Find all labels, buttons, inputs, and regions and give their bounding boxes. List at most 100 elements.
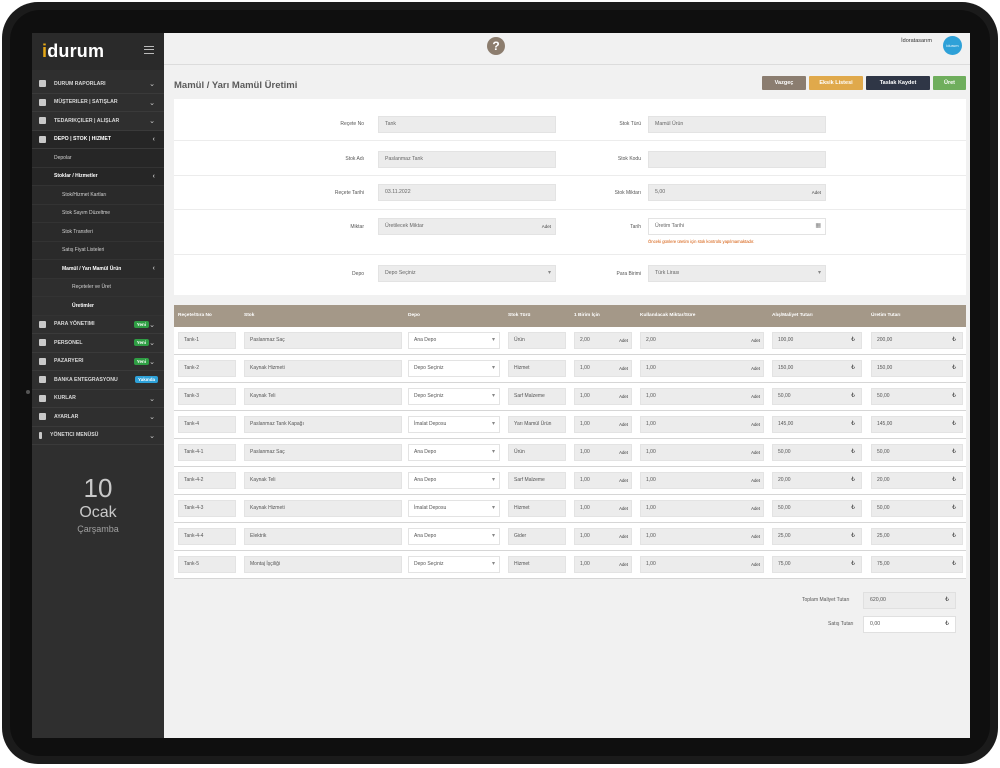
unit-amount-cell[interactable]: 1,00 Adet [574, 360, 632, 377]
calendar-icon[interactable]: ▦ [815, 219, 821, 234]
cost-cell[interactable]: 25,00 ₺ [772, 528, 862, 545]
usage-amount-cell[interactable]: 1,00 Adet [640, 416, 764, 433]
stock-cell[interactable]: Paslanmaz Saç [244, 332, 402, 349]
depot-select[interactable]: Depo Seçiniz ▾ [408, 388, 500, 405]
sidebar-item-banka[interactable]: Banka Entegrasyonu Yakında [32, 371, 164, 390]
usage-amount-cell[interactable]: 1,00 Adet [640, 388, 764, 405]
usage-amount-cell[interactable]: 1,00 Adet [640, 472, 764, 489]
chart-icon [39, 80, 46, 88]
cost-cell[interactable]: 50,00 ₺ [772, 444, 862, 461]
sidebar-item-musteriler[interactable]: Müşteriler | Satışlar ⌄ [32, 94, 164, 112]
stock-cell[interactable]: Kaynak Teli [244, 388, 402, 405]
sidebar-item-durum-raporlari[interactable]: Durum Raporları ⌄ [32, 75, 164, 94]
sidebar-item-pazaryeri[interactable]: Pazaryeri Yeni ⌄ [32, 353, 164, 371]
depot-value: Ana Depo [414, 337, 437, 343]
stock-name-field[interactable]: Paslanmaz Tank [378, 151, 556, 168]
sidebar-sub-depolar[interactable]: Depolar [32, 149, 164, 168]
unit-amount-cell[interactable]: 1,00 Adet [574, 388, 632, 405]
stock-qty-field[interactable]: 5,00 Adet [648, 184, 826, 201]
help-icon[interactable]: ? [487, 37, 505, 55]
unit-amount-value: 1,00 [580, 505, 590, 511]
chevron-down-icon: ⌄ [149, 340, 155, 347]
logo[interactable]: idurum [32, 33, 164, 70]
usage-amount-cell[interactable]: 1,00 Adet [640, 444, 764, 461]
depot-select[interactable]: Depo Seçiniz ▾ [408, 360, 500, 377]
sidebar-item-depo[interactable]: Depo | Stok | Hizmet ‹ [32, 130, 164, 149]
sidebar-sub-label: Depolar [54, 154, 72, 161]
unit-amount-cell[interactable]: 1,00 Adet [574, 444, 632, 461]
sidebar-sub-sayim[interactable]: Stok Sayım Düzeltme [32, 204, 164, 223]
depot-select[interactable]: Ana Depo ▾ [408, 528, 500, 545]
sidebar-item-para[interactable]: Para Yönetimi Yeni ⌄ [32, 316, 164, 334]
cost-cell[interactable]: 50,00 ₺ [772, 500, 862, 517]
cost-cell[interactable]: 50,00 ₺ [772, 388, 862, 405]
depot-select[interactable]: İmalat Deposu ▾ [408, 416, 500, 433]
recipe-date-field[interactable]: 03.11.2022 [378, 184, 556, 201]
sidebar-item-yonetici[interactable]: Yönetici Menüsü ⌄ [32, 427, 164, 445]
user-name[interactable]: İdoratasarım [901, 38, 932, 44]
currency-select[interactable]: Türk Lirası ▾ [648, 265, 826, 282]
unit-amount-cell[interactable]: 1,00 Adet [574, 528, 632, 545]
cost-value: 145,00 [778, 421, 794, 427]
stock-type-field[interactable]: Mamül Ürün [648, 116, 826, 133]
sidebar-sub-recete[interactable]: Reçeteler ve Üret [32, 278, 164, 297]
cost-cell[interactable]: 20,00 ₺ [772, 472, 862, 489]
cancel-button[interactable]: Vazgeç [762, 76, 806, 90]
stock-cell[interactable]: Montaj İşçiliği [244, 556, 402, 573]
stock-cell[interactable]: Kaynak Teli [244, 472, 402, 489]
quantity-input[interactable]: Üretilecek Miktar Adet [378, 218, 556, 235]
cost-cell[interactable]: 100,00 ₺ [772, 332, 862, 349]
save-draft-button[interactable]: Taslak Kaydet [866, 76, 930, 90]
unit-amount-cell[interactable]: 1,00 Adet [574, 472, 632, 489]
cost-cell[interactable]: 145,00 ₺ [772, 416, 862, 433]
unit-amount-cell[interactable]: 1,00 Adet [574, 500, 632, 517]
stock-cell[interactable]: Paslanmaz Tank Kapağı [244, 416, 402, 433]
usage-amount-cell[interactable]: 1,00 Adet [640, 360, 764, 377]
depot-select[interactable]: Ana Depo ▾ [408, 444, 500, 461]
recipe-no-field[interactable]: Tank [378, 116, 556, 133]
stock-type-cell: Ürün [508, 444, 566, 461]
cost-value: 100,00 [778, 337, 794, 343]
sidebar-sub-stoklar[interactable]: Stoklar / Hizmetler ‹ [32, 167, 164, 186]
depot-select[interactable]: İmalat Deposu ▾ [408, 500, 500, 517]
stock-code-field[interactable] [648, 151, 826, 168]
stock-cell[interactable]: Paslanmaz Saç [244, 444, 402, 461]
stock-cell[interactable]: Elektrik [244, 528, 402, 545]
chevron-left-icon: ‹ [152, 172, 155, 180]
usage-amount-cell[interactable]: 1,00 Adet [640, 556, 764, 573]
sidebar-sub-kartlari[interactable]: Stok/Hizmet Kartları [32, 186, 164, 205]
depot-select[interactable]: Depo Seçiniz ▾ [408, 556, 500, 573]
usage-amount-cell[interactable]: 1,00 Adet [640, 500, 764, 517]
usage-amount-cell[interactable]: 2,00 Adet [640, 332, 764, 349]
recipe-row-no: Tank-5 [178, 556, 236, 573]
unit-amount-cell[interactable]: 2,00 Adet [574, 332, 632, 349]
sidebar-item-kurlar[interactable]: Kurlar ⌄ [32, 390, 164, 408]
produce-button[interactable]: Üret [933, 76, 966, 90]
avatar[interactable]: idurum [943, 36, 962, 55]
depot-select[interactable]: Ana Depo ▾ [408, 472, 500, 489]
missing-list-button[interactable]: Eksik Listesi [809, 76, 863, 90]
sidebar-item-ayarlar[interactable]: Ayarlar ⌄ [32, 408, 164, 427]
production-amount-value: 50,00 [877, 449, 890, 455]
sidebar-item-personel[interactable]: Personel Yeni ⌄ [32, 334, 164, 353]
sidebar-sub-transfer[interactable]: Stok Transferi [32, 223, 164, 242]
sidebar-sub-label: Üretimler [72, 302, 94, 309]
sale-amount-input[interactable]: 0,00 ₺ [863, 616, 956, 633]
sidebar-sub-fiyat[interactable]: Satış Fiyat Listeleri [32, 241, 164, 260]
unit-amount-cell[interactable]: 1,00 Adet [574, 556, 632, 573]
depot-select[interactable]: Ana Depo ▾ [408, 332, 500, 349]
stock-cell[interactable]: Kaynak Hizmeti [244, 360, 402, 377]
unit-label: Adet [751, 478, 760, 483]
usage-amount-cell[interactable]: 1,00 Adet [640, 528, 764, 545]
sidebar-sub-mamul[interactable]: Mamül / Yarı Mamül Ürün ‹ [32, 260, 164, 279]
menu-toggle-icon[interactable] [144, 46, 154, 54]
sidebar-sub-uretimler[interactable]: Üretimler [32, 297, 164, 316]
cost-cell[interactable]: 75,00 ₺ [772, 556, 862, 573]
unit-amount-cell[interactable]: 1,00 Adet [574, 416, 632, 433]
stock-cell[interactable]: Kaynak Hizmeti [244, 500, 402, 517]
production-date-input[interactable]: Üretim Tarihi ▦ [648, 218, 826, 235]
depot-select[interactable]: Depo Seçiniz ▾ [378, 265, 556, 282]
sidebar-item-tedarikciler[interactable]: Tedarikçiler | Alışlar ⌄ [32, 112, 164, 131]
cost-cell[interactable]: 150,00 ₺ [772, 360, 862, 377]
new-badge: Yeni [133, 357, 149, 365]
